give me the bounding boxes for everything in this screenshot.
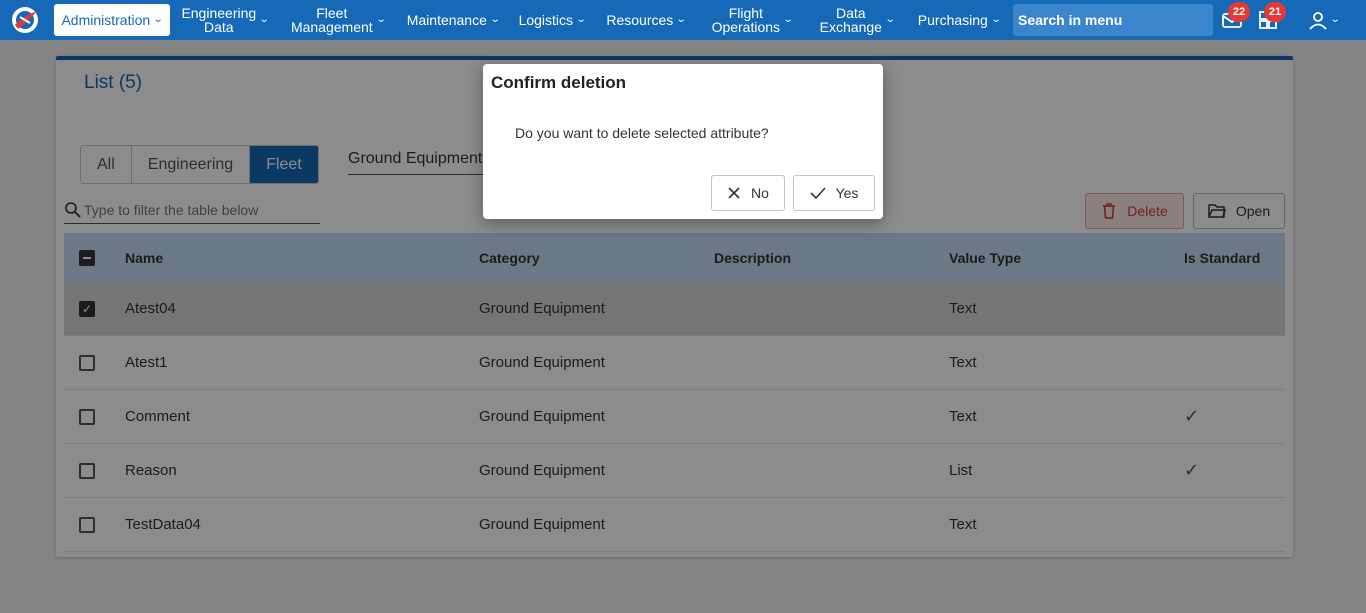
nav-backdrop	[0, 0, 1366, 40]
no-button[interactable]: No	[711, 175, 785, 211]
yes-label: Yes	[835, 185, 859, 201]
close-icon	[728, 187, 740, 199]
confirm-delete-dialog: Confirm deletion Do you want to delete s…	[483, 64, 883, 219]
check-icon	[810, 187, 826, 200]
yes-button[interactable]: Yes	[793, 175, 875, 211]
dialog-message: Do you want to delete selected attribute…	[515, 125, 769, 141]
dialog-title: Confirm deletion	[491, 73, 627, 92]
no-label: No	[751, 185, 769, 201]
